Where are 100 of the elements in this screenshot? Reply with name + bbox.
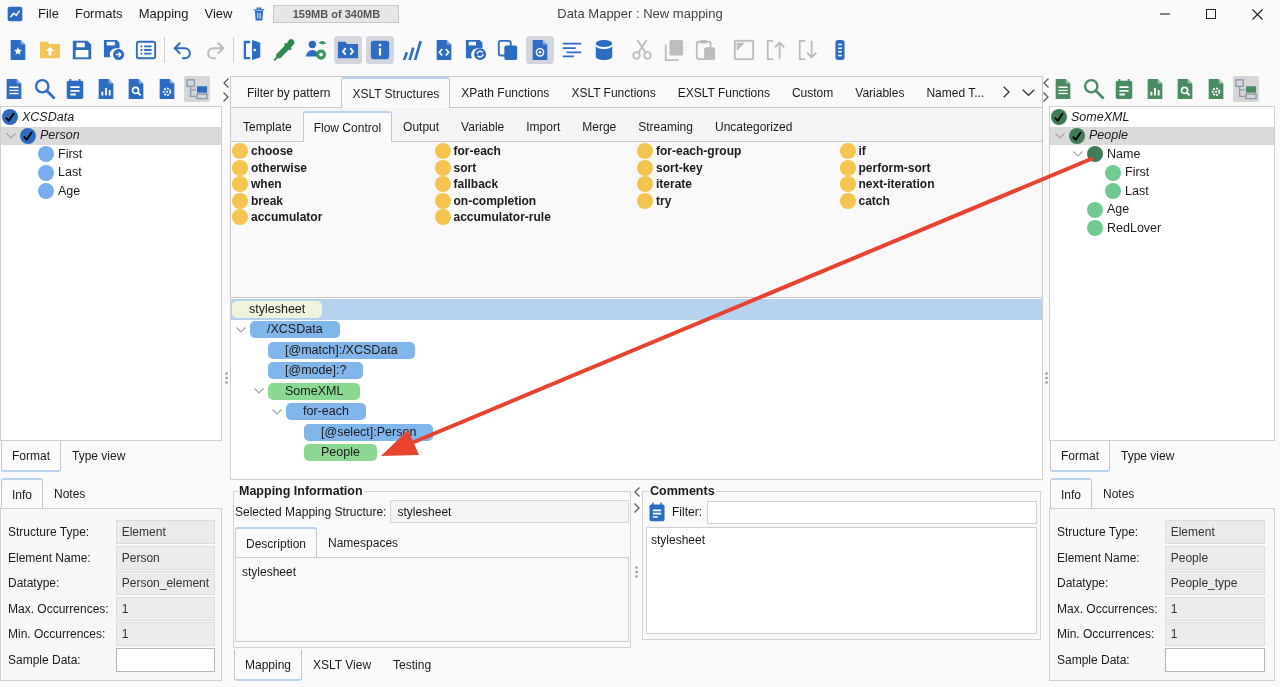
tab[interactable]: Type view — [1110, 441, 1186, 472]
value-field[interactable]: 1 — [115, 596, 216, 621]
mapping-node[interactable]: SomeXML — [268, 382, 361, 400]
value-field[interactable] — [115, 647, 216, 672]
note-icon[interactable] — [647, 502, 667, 522]
tab[interactable]: Description — [235, 527, 318, 558]
menu-item[interactable]: Mapping — [130, 2, 197, 26]
tab[interactable]: XSLT Structures — [341, 77, 451, 108]
tab[interactable]: Info — [1050, 478, 1092, 509]
tab[interactable]: Notes — [1092, 478, 1146, 509]
palette-item[interactable]: for-each-group — [637, 143, 840, 160]
palette-item[interactable]: fallback — [434, 176, 637, 193]
chevron-left-icon[interactable] — [223, 78, 229, 88]
palette-item[interactable]: catch — [839, 192, 1042, 209]
chevron-down-icon[interactable] — [1022, 88, 1035, 96]
mapping-node[interactable]: /XCSData — [250, 321, 340, 339]
grip-icon[interactable] — [224, 372, 228, 384]
tree-row[interactable]: SomeXML — [231, 381, 1042, 402]
menu-item[interactable]: View — [196, 2, 241, 26]
palette-item[interactable]: on-completion — [434, 192, 637, 209]
menu-item[interactable]: Formats — [66, 2, 131, 26]
tree-row[interactable]: /XCSData — [231, 319, 1042, 340]
toolbar-button[interactable] — [334, 36, 362, 64]
value-field[interactable]: 1 — [115, 622, 216, 647]
tree-row[interactable]: stylesheet — [231, 299, 1042, 320]
value-field[interactable]: 1 — [1164, 622, 1265, 647]
menu-item[interactable]: File — [30, 2, 67, 26]
trash-button[interactable] — [252, 6, 267, 22]
value-field[interactable]: Element — [1164, 520, 1265, 544]
tab[interactable]: Notes — [43, 478, 97, 509]
filter-field[interactable] — [707, 500, 1037, 524]
chevron-right-icon[interactable] — [1043, 92, 1049, 102]
chevron-right-icon[interactable] — [633, 503, 640, 513]
description-field[interactable]: stylesheet — [235, 557, 629, 642]
palette-item[interactable]: sort-key — [637, 159, 840, 176]
palette-item[interactable]: accumulator — [232, 209, 435, 226]
tab[interactable]: Format — [1, 441, 61, 472]
palette-item[interactable]: perform-sort — [839, 159, 1042, 176]
palette-item[interactable]: sort — [434, 159, 637, 176]
toolbar-button[interactable] — [366, 36, 394, 64]
tree-item[interactable]: People — [1050, 126, 1274, 145]
tree-item[interactable]: Last — [1050, 182, 1274, 201]
tab[interactable]: Template — [232, 111, 303, 142]
tab[interactable]: XSLT Functions — [560, 77, 667, 108]
tree-item[interactable]: RedLover — [1050, 219, 1274, 238]
chevron-right-icon[interactable] — [223, 92, 229, 102]
palette-item[interactable]: if — [839, 143, 1042, 160]
chevron-right-icon[interactable] — [1003, 86, 1010, 98]
chevron-left-icon[interactable] — [633, 487, 640, 497]
tree-item[interactable]: Person — [1, 126, 221, 145]
mapping-node[interactable]: [@select]:Person — [304, 423, 434, 441]
tree-item[interactable]: Last — [1, 163, 221, 182]
tree-item[interactable]: Name — [1050, 145, 1274, 164]
tab[interactable]: Uncategorized — [703, 111, 804, 142]
mapping-node[interactable]: [@match]:/XCSData — [268, 341, 415, 359]
palette-item[interactable]: when — [232, 176, 435, 193]
mapping-node[interactable]: People — [304, 444, 377, 462]
mapping-node[interactable]: stylesheet — [232, 300, 323, 318]
tree-item[interactable]: First — [1050, 163, 1274, 182]
comment-item[interactable]: stylesheet — [651, 531, 706, 549]
value-field[interactable]: Element — [115, 520, 216, 544]
value-field[interactable]: People_type — [1164, 571, 1265, 596]
palette-item[interactable]: accumulator-rule — [434, 209, 637, 226]
mapping-node[interactable]: for-each — [286, 403, 366, 421]
value-field[interactable] — [1164, 647, 1265, 672]
tree-row[interactable]: for-each — [231, 401, 1042, 422]
tab[interactable]: Mapping — [234, 650, 303, 681]
toolbar-button[interactable] — [526, 36, 554, 64]
tree-item[interactable]: XCSData — [1, 108, 221, 127]
toolbar-button[interactable] — [184, 76, 210, 102]
tab[interactable]: Filter by pattern — [236, 77, 342, 108]
tab[interactable]: Output — [392, 111, 451, 142]
tree-item[interactable]: First — [1, 145, 221, 164]
tree-item[interactable]: Age — [1, 182, 221, 201]
tab[interactable]: Import — [515, 111, 572, 142]
tab[interactable]: XSLT View — [302, 650, 383, 681]
palette-item[interactable]: break — [232, 192, 435, 209]
palette-item[interactable]: iterate — [637, 176, 840, 193]
chevron-left-icon[interactable] — [1043, 78, 1049, 88]
tab[interactable]: EXSLT Functions — [666, 77, 781, 108]
tree-item[interactable]: Age — [1050, 200, 1274, 219]
tree-row[interactable]: [@mode]:? — [231, 360, 1042, 381]
value-field[interactable]: stylesheet — [390, 500, 629, 523]
value-field[interactable]: People — [1164, 545, 1265, 570]
tab[interactable]: Format — [1050, 441, 1110, 472]
tab[interactable]: Custom — [780, 77, 845, 108]
tab[interactable]: Testing — [382, 650, 443, 681]
tree-item[interactable]: SomeXML — [1050, 108, 1274, 127]
tab[interactable]: Type view — [61, 441, 137, 472]
value-field[interactable]: Person_element — [115, 571, 216, 596]
tab[interactable]: Variable — [450, 111, 516, 142]
tab[interactable]: XPath Functions — [450, 77, 561, 108]
tab[interactable]: Flow Control — [302, 111, 393, 142]
tree-row[interactable]: [@match]:/XCSData — [231, 340, 1042, 361]
palette-item[interactable]: otherwise — [232, 159, 435, 176]
tab[interactable]: Named T... — [915, 77, 996, 108]
tab[interactable]: Streaming — [627, 111, 704, 142]
toolbar-button[interactable] — [1233, 76, 1259, 102]
tab[interactable]: Variables — [844, 77, 916, 108]
palette-item[interactable]: try — [637, 192, 840, 209]
